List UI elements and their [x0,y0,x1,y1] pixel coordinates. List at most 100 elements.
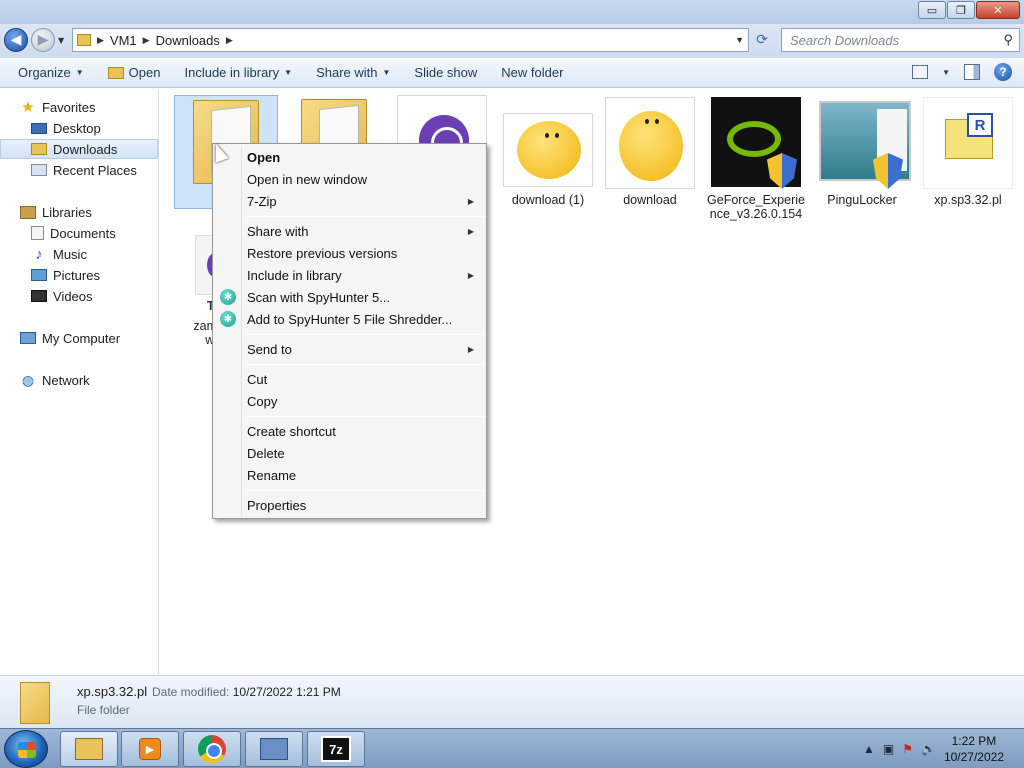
nav-documents[interactable]: Documents [0,223,158,243]
chevron-right-icon[interactable]: ▶ [226,35,233,46]
address-dropdown-icon[interactable]: ▼ [735,35,744,45]
close-button[interactable]: ✕ [976,1,1020,19]
chrome-icon [198,735,226,763]
menu-item-create-shortcut[interactable]: Create shortcut [215,420,484,442]
taskbar-chrome[interactable] [183,731,241,767]
window-controls: ▭ ❐ ✕ [918,1,1020,19]
submenu-arrow-icon: ▶ [467,270,474,280]
nav-pictures[interactable]: Pictures [0,265,158,285]
navigation-pane: ★ Favorites Desktop Downloads Recent Plac… [0,89,159,675]
explorer-icon [75,738,103,760]
start-button[interactable] [4,730,48,768]
chevron-right-icon[interactable]: ▶ [97,35,104,46]
taskbar-computer[interactable] [245,731,303,767]
nav-recent-places[interactable]: Recent Places [0,160,158,180]
slide-show-button[interactable]: Slide show [402,58,489,88]
app-icon [817,97,911,189]
breadcrumb-vm1[interactable]: VM1 [110,33,137,48]
nav-music[interactable]: ♪ Music [0,244,158,264]
menu-item-share-with[interactable]: Share with ▶ [215,220,484,242]
chevron-down-icon: ▼ [382,68,391,77]
menu-item-spyhunter-shredder[interactable]: ✱ Add to SpyHunter 5 File Shredder... [215,308,484,330]
details-file-type: File folder [77,703,130,717]
nav-network[interactable]: ◍ Network [0,370,158,390]
action-center-icon[interactable]: ⚑ [902,742,913,756]
spyhunter-icon: ✱ [220,289,236,305]
taskbar-media-player[interactable]: ▶ [121,731,179,767]
menu-separator [245,334,485,335]
star-icon: ★ [21,99,35,116]
menu-item-7zip[interactable]: 7-Zip ▶ [215,190,484,212]
menu-item-cut[interactable]: Cut [215,368,484,390]
image-thumbnail [605,97,695,189]
chevron-right-icon[interactable]: ▶ [143,35,150,46]
file-item-download-1[interactable]: download (1) [496,97,600,207]
address-row: ◀ ▶ ▼ ▶ VM1 ▶ Downloads ▶ ▼ ⟳ Search Dow… [0,24,1024,58]
show-hidden-icons-icon[interactable]: ▲ [863,742,875,756]
file-item-xp-sp3[interactable]: R xp.sp3.32.pl [916,97,1020,207]
clock[interactable]: 1:22 PM 10/27/2022 [944,733,1004,765]
menu-separator [245,216,485,217]
change-view-icon[interactable] [912,65,929,79]
file-item-geforce-installer[interactable]: GeForce_Experience_v3.26.0.154 [704,97,808,221]
volume-icon[interactable]: 🔈 [921,742,936,756]
nav-favorites[interactable]: ★ Favorites [0,97,158,117]
details-date-modified: Date modified: 10/27/2022 1:21 PM [152,685,341,699]
menu-item-restore-previous[interactable]: Restore previous versions [215,242,484,264]
taskbar-explorer[interactable] [60,731,118,767]
menu-item-delete[interactable]: Delete [215,442,484,464]
menu-item-copy[interactable]: Copy [215,390,484,412]
menu-item-open[interactable]: Open [215,146,484,168]
chevron-down-icon[interactable]: ▼ [942,68,950,77]
file-item-pingulocker[interactable]: PinguLocker [810,97,914,207]
search-icon[interactable]: ⚲ [1003,32,1013,48]
chevron-down-icon: ▼ [284,68,293,77]
spyhunter-icon: ✱ [220,311,236,327]
chevron-down-icon: ▼ [75,68,84,77]
nav-libraries[interactable]: Libraries [0,202,158,222]
menu-separator [245,490,485,491]
music-note-icon: ♪ [35,245,43,263]
file-item-download[interactable]: download [598,97,702,207]
help-icon[interactable]: ? [994,63,1012,81]
image-thumbnail [503,97,593,189]
menu-item-properties[interactable]: Properties [215,494,484,516]
include-in-library-button[interactable]: Include in library ▼ [172,58,304,88]
address-bar[interactable]: ▶ VM1 ▶ Downloads ▶ ▼ [72,28,749,52]
recent-places-icon [31,164,47,176]
breadcrumb-downloads[interactable]: Downloads [156,33,220,48]
menu-item-open-new-window[interactable]: Open in new window [215,168,484,190]
preview-pane-icon[interactable] [964,64,980,80]
menu-item-include-in-library[interactable]: Include in library ▶ [215,264,484,286]
refresh-icon[interactable]: ⟳ [752,30,772,50]
share-with-button[interactable]: Share with ▼ [304,58,402,88]
nav-downloads[interactable]: Downloads [0,139,158,159]
recent-pages-dropdown[interactable]: ▼ [58,36,64,45]
menu-item-send-to[interactable]: Send to ▶ [215,338,484,360]
network-status-icon[interactable]: ▣ [883,742,894,756]
open-button[interactable]: Open [96,58,173,88]
document-icon [31,226,44,240]
network-icon: ◍ [21,371,35,388]
nav-desktop[interactable]: Desktop [0,118,158,138]
organize-button[interactable]: Organize ▼ [6,58,96,88]
pictures-icon [31,269,47,281]
back-button[interactable]: ◀ [4,28,28,52]
title-bar: ▭ ❐ ✕ [0,0,1024,24]
taskbar-7zip[interactable]: 7z [307,731,365,767]
7zip-icon: 7z [321,736,351,762]
downloads-folder-icon [31,143,47,155]
folder-icon [107,66,124,79]
menu-item-scan-spyhunter[interactable]: ✱ Scan with SpyHunter 5... [215,286,484,308]
nav-videos[interactable]: Videos [0,286,158,306]
folder-icon [77,34,91,46]
nav-my-computer[interactable]: My Computer [0,328,158,348]
maximize-button[interactable]: ❐ [947,1,975,19]
menu-item-rename[interactable]: Rename [215,464,484,486]
menu-separator [245,416,485,417]
new-folder-button[interactable]: New folder [489,58,575,88]
submenu-arrow-icon: ▶ [467,196,474,206]
search-input[interactable]: Search Downloads ⚲ [781,28,1020,52]
minimize-button[interactable]: ▭ [918,1,946,19]
forward-button[interactable]: ▶ [31,28,55,52]
